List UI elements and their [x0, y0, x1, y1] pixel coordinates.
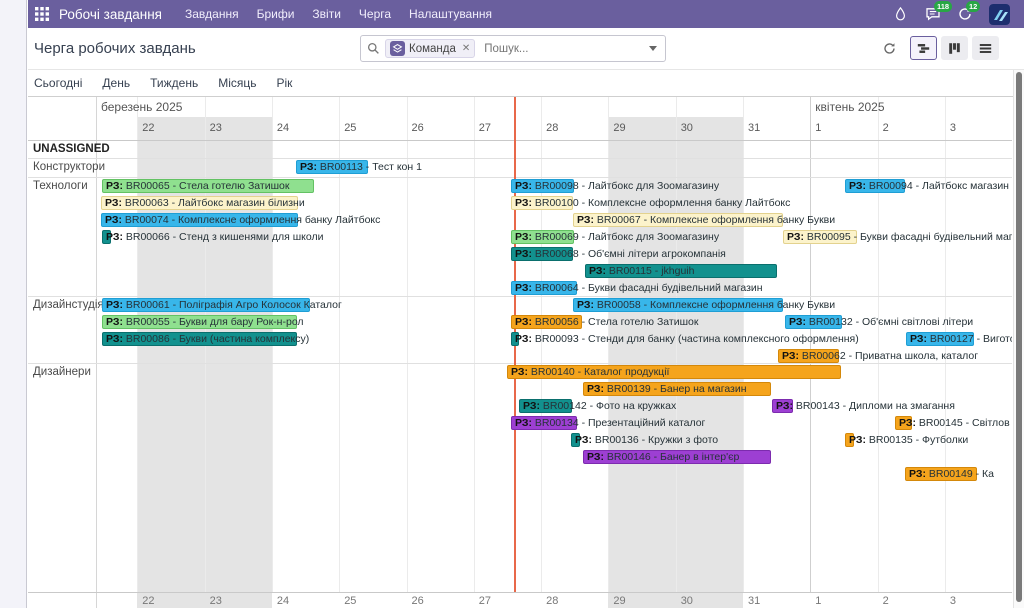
vertical-scrollbar[interactable]: [1013, 70, 1024, 608]
task-bar[interactable]: [585, 264, 777, 278]
day-header-cell: 28: [546, 122, 558, 134]
task-bar[interactable]: [102, 315, 297, 329]
day-gridline: [810, 97, 811, 592]
day-header-cell: 22: [142, 122, 154, 134]
day-footer-cell: 27: [479, 595, 491, 607]
day-header-cell: 29: [613, 122, 625, 134]
day-header-cell: 3: [950, 122, 956, 134]
month-label: березень 2025: [101, 100, 182, 114]
task-bar[interactable]: [845, 179, 905, 193]
row-separator: [28, 592, 1012, 593]
task-bar[interactable]: [785, 315, 842, 329]
task-bar[interactable]: [101, 196, 298, 210]
day-header-cell: 30: [681, 122, 693, 134]
task-bar[interactable]: [778, 349, 839, 363]
day-footer-cell: 25: [344, 595, 356, 607]
row-separator: [28, 158, 1012, 159]
row-separator: [28, 177, 1012, 178]
task-label: РЗ: BR00143 - Дипломи на змагання: [776, 399, 955, 413]
day-footer-cell: 31: [748, 595, 760, 607]
task-label: РЗ: BR00135 - Футболки: [849, 433, 968, 447]
day-footer-cell: 26: [412, 595, 424, 607]
month-label: квітень 2025: [815, 100, 884, 114]
task-bar[interactable]: [511, 332, 519, 346]
row-label-дизайнери: Дизайнери: [33, 366, 91, 378]
task-bar[interactable]: [511, 179, 574, 193]
label-column-border: [96, 97, 97, 608]
task-bar[interactable]: [511, 230, 574, 244]
row-label-дизайнстудія: Дизайнстудія: [33, 299, 104, 311]
day-footer-cell: 22: [142, 595, 154, 607]
day-gridline: [474, 97, 475, 592]
row-separator: [28, 363, 1012, 364]
day-header-cell: 2: [883, 122, 889, 134]
task-bar[interactable]: [102, 230, 111, 244]
day-footer-cell: 29: [613, 595, 625, 607]
task-bar[interactable]: [783, 230, 857, 244]
app-window: Робочі завдання ЗавданняБрифиЗвітиЧергаН…: [0, 0, 1024, 608]
task-bar[interactable]: [845, 433, 854, 447]
day-header-cell: 25: [344, 122, 356, 134]
task-bar[interactable]: [895, 416, 912, 430]
day-header-cell: 23: [210, 122, 222, 134]
day-header-cell: 1: [815, 122, 821, 134]
task-bar[interactable]: [511, 247, 573, 261]
day-footer-cell: 2: [883, 595, 889, 607]
day-footer-cell: 28: [546, 595, 558, 607]
day-footer-cell: 24: [277, 595, 289, 607]
day-gridline: [743, 97, 744, 592]
row-separator: [28, 140, 1012, 141]
task-bar[interactable]: [519, 399, 572, 413]
day-footer-cell: 23: [210, 595, 222, 607]
task-bar[interactable]: [583, 382, 771, 396]
task-bar[interactable]: [772, 399, 793, 413]
row-label-конструктори: Конструктори: [33, 161, 105, 173]
task-bar[interactable]: [573, 213, 783, 227]
day-header-cell: 26: [412, 122, 424, 134]
day-footer-cell: 30: [681, 595, 693, 607]
day-gridline: [407, 97, 408, 592]
task-bar[interactable]: [511, 416, 577, 430]
task-bar[interactable]: [583, 450, 771, 464]
task-bar[interactable]: [906, 332, 974, 346]
row-label-unassigned: UNASSIGNED: [33, 143, 110, 155]
day-gridline: [676, 97, 677, 592]
task-bar[interactable]: [101, 213, 298, 227]
task-bar[interactable]: [571, 433, 580, 447]
day-footer-cell: 1: [815, 595, 821, 607]
task-bar[interactable]: [507, 365, 841, 379]
task-bar[interactable]: [102, 298, 310, 312]
task-bar[interactable]: [102, 332, 297, 346]
day-gridline: [608, 97, 609, 592]
day-header-cell: 24: [277, 122, 289, 134]
task-label: РЗ: BR00145 - Світлов: [899, 416, 1010, 430]
scrollbar-thumb[interactable]: [1016, 72, 1022, 602]
row-label-технологи: Технологи: [33, 180, 88, 192]
task-bar[interactable]: [296, 160, 368, 174]
row-separator: [28, 296, 1012, 297]
day-gridline: [878, 97, 879, 592]
task-bar[interactable]: [511, 315, 582, 329]
day-header-cell: 31: [748, 122, 760, 134]
task-bar[interactable]: [511, 196, 573, 210]
task-bar[interactable]: [905, 467, 977, 481]
task-bar[interactable]: [102, 179, 314, 193]
day-footer-cell: 3: [950, 595, 956, 607]
task-bar[interactable]: [573, 298, 783, 312]
task-bar[interactable]: [511, 281, 577, 295]
day-header-cell: 27: [479, 122, 491, 134]
day-gridline: [541, 97, 542, 592]
gantt-chart: березень 2025квітень 2025222223232424252…: [0, 0, 1012, 608]
